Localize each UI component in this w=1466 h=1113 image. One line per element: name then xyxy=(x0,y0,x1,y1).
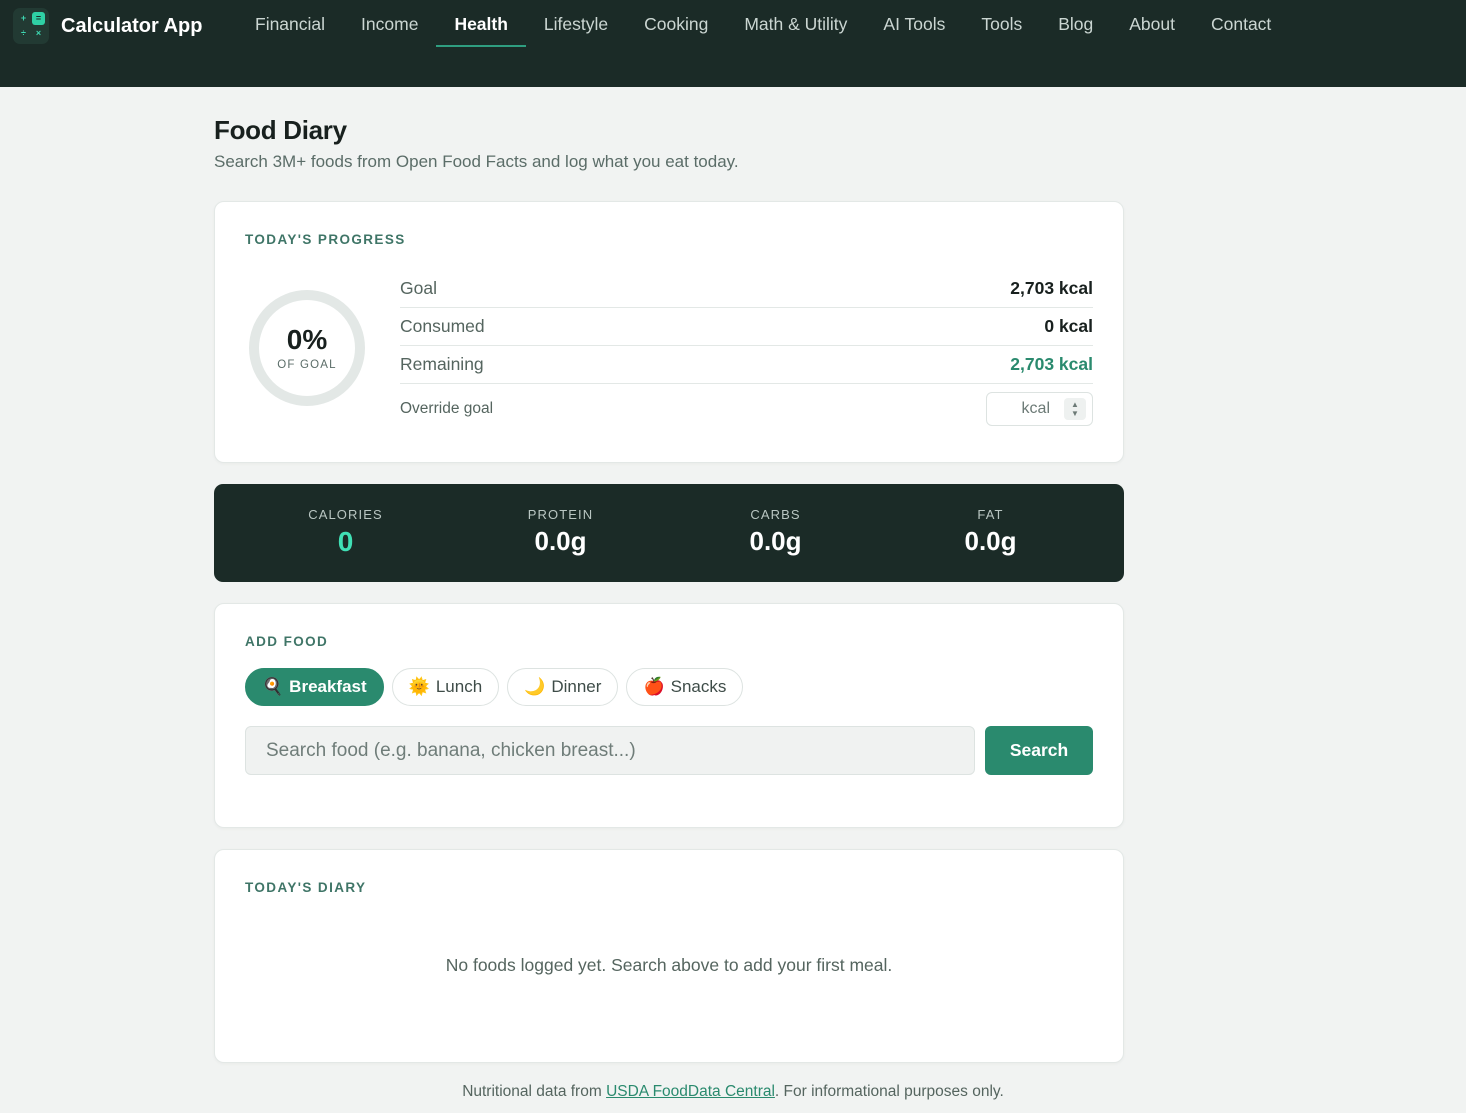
logo-plus-glyph: + xyxy=(20,13,27,23)
meal-tab-breakfast[interactable]: 🍳 Breakfast xyxy=(245,668,384,706)
meal-tab-label: Snacks xyxy=(670,677,727,696)
meal-tab-label: Breakfast xyxy=(289,677,367,696)
add-food-card: Add Food 🍳 Breakfast 🌞 Lunch 🌙 Dinner 🍎 … xyxy=(214,603,1124,828)
meal-tab-label: Lunch xyxy=(435,677,483,696)
remaining-label: Remaining xyxy=(400,354,484,374)
macro-fat: FAT 0.0g xyxy=(883,484,1098,582)
meal-tabs: 🍳 Breakfast 🌞 Lunch 🌙 Dinner 🍎 Snacks xyxy=(245,668,1093,706)
override-goal-label: Override goal xyxy=(400,400,494,417)
nav-item-blog[interactable]: Blog xyxy=(1040,0,1111,47)
progress-section-label: Today's Progress xyxy=(245,232,406,247)
chevron-down-icon[interactable]: ▼ xyxy=(1071,409,1079,418)
meal-tab-snacks[interactable]: 🍎 Snacks xyxy=(626,668,744,706)
override-goal-placeholder: kcal xyxy=(1021,400,1050,417)
fat-value: 0.0g xyxy=(964,526,1017,556)
protein-value: 0.0g xyxy=(534,526,587,556)
main-nav: Financial Income Health Lifestyle Cookin… xyxy=(237,0,1289,47)
calories-label: CALORIES xyxy=(308,507,383,522)
nav-item-about[interactable]: About xyxy=(1111,0,1193,47)
meal-tab-lunch[interactable]: 🌞 Lunch xyxy=(391,668,500,706)
progress-stats: Goal 2,703 kcal Consumed 0 kcal Remainin… xyxy=(400,270,1093,434)
food-search-row: Search xyxy=(245,726,1093,775)
progress-percent: 0% xyxy=(286,323,328,355)
consumed-row: Consumed 0 kcal xyxy=(400,308,1093,346)
page-subtitle: Search 3M+ foods from Open Food Facts an… xyxy=(214,152,739,171)
footer-prefix: Nutritional data from xyxy=(462,1083,607,1100)
override-goal-row: Override goal kcal ▲ ▼ xyxy=(400,384,1093,434)
nav-item-math-utility[interactable]: Math & Utility xyxy=(726,0,865,47)
page-title: Food Diary xyxy=(214,115,347,145)
meal-tab-label: Dinner xyxy=(551,677,602,696)
nav-item-cooking[interactable]: Cooking xyxy=(626,0,726,47)
diary-section-label: Today's Diary xyxy=(245,880,367,895)
remaining-row: Remaining 2,703 kcal xyxy=(400,346,1093,384)
progress-ring-label: 0% OF GOAL xyxy=(248,289,366,407)
protein-label: PROTEIN xyxy=(527,507,594,522)
carbs-label: CARBS xyxy=(750,507,801,522)
food-search-input[interactable] xyxy=(245,726,975,775)
footer: Nutritional data from USDA FoodData Cent… xyxy=(0,1083,1466,1101)
sun-icon: 🌞 xyxy=(408,677,430,696)
carbs-value: 0.0g xyxy=(749,526,802,556)
moon-icon: 🌙 xyxy=(524,677,546,696)
footer-suffix: . For informational purposes only. xyxy=(774,1083,1004,1100)
fat-label: FAT xyxy=(977,507,1004,522)
usda-link[interactable]: USDA FoodData Central xyxy=(606,1083,775,1100)
calories-value: 0 xyxy=(337,526,354,557)
brand[interactable]: + = ÷ × Calculator App xyxy=(13,8,203,44)
app-name: Calculator App xyxy=(61,14,203,37)
nav-item-tools[interactable]: Tools xyxy=(963,0,1040,47)
logo-equals-glyph: = xyxy=(32,12,45,25)
macro-calories: CALORIES 0 xyxy=(238,484,453,582)
meal-tab-dinner[interactable]: 🌙 Dinner xyxy=(507,668,619,706)
todays-diary-card: Today's Diary No foods logged yet. Searc… xyxy=(214,849,1124,1063)
nav-item-contact[interactable]: Contact xyxy=(1193,0,1289,47)
nav-item-lifestyle[interactable]: Lifestyle xyxy=(526,0,626,47)
consumed-value: 0 kcal xyxy=(1044,316,1093,336)
number-stepper-icon[interactable]: ▲ ▼ xyxy=(1064,398,1086,420)
progress-percent-sub: OF GOAL xyxy=(277,358,337,371)
chevron-up-icon[interactable]: ▲ xyxy=(1071,400,1079,409)
apple-icon: 🍎 xyxy=(643,677,665,696)
macro-protein: PROTEIN 0.0g xyxy=(453,484,668,582)
nav-item-financial[interactable]: Financial xyxy=(237,0,343,47)
calculator-logo-icon: + = ÷ × xyxy=(13,8,49,44)
diary-empty-message: No foods logged yet. Search above to add… xyxy=(445,955,893,975)
logo-divide-glyph: ÷ xyxy=(21,28,26,38)
remaining-value: 2,703 kcal xyxy=(1010,354,1093,374)
nav-item-health[interactable]: Health xyxy=(436,0,527,47)
nav-item-ai-tools[interactable]: AI Tools xyxy=(865,0,963,47)
todays-progress-card: Today's Progress 0% OF GOAL Goal 2,703 k… xyxy=(214,201,1124,463)
search-button[interactable]: Search xyxy=(985,726,1093,775)
macro-carbs: CARBS 0.0g xyxy=(668,484,883,582)
goal-value: 2,703 kcal xyxy=(1010,278,1093,298)
logo-multiply-glyph: × xyxy=(35,28,42,38)
consumed-label: Consumed xyxy=(400,316,485,336)
nav-item-income[interactable]: Income xyxy=(343,0,436,47)
main-content: Food Diary Search 3M+ foods from Open Fo… xyxy=(214,87,1124,1063)
add-food-section-label: Add Food xyxy=(245,634,329,649)
top-navigation-bar: + = ÷ × Calculator App Financial Income … xyxy=(0,0,1466,87)
breakfast-icon: 🍳 xyxy=(262,677,284,696)
goal-label: Goal xyxy=(400,278,437,298)
macro-summary-bar: CALORIES 0 PROTEIN 0.0g CARBS 0.0g FAT 0… xyxy=(214,484,1124,582)
goal-row: Goal 2,703 kcal xyxy=(400,270,1093,308)
override-goal-input[interactable]: kcal ▲ ▼ xyxy=(986,392,1093,426)
